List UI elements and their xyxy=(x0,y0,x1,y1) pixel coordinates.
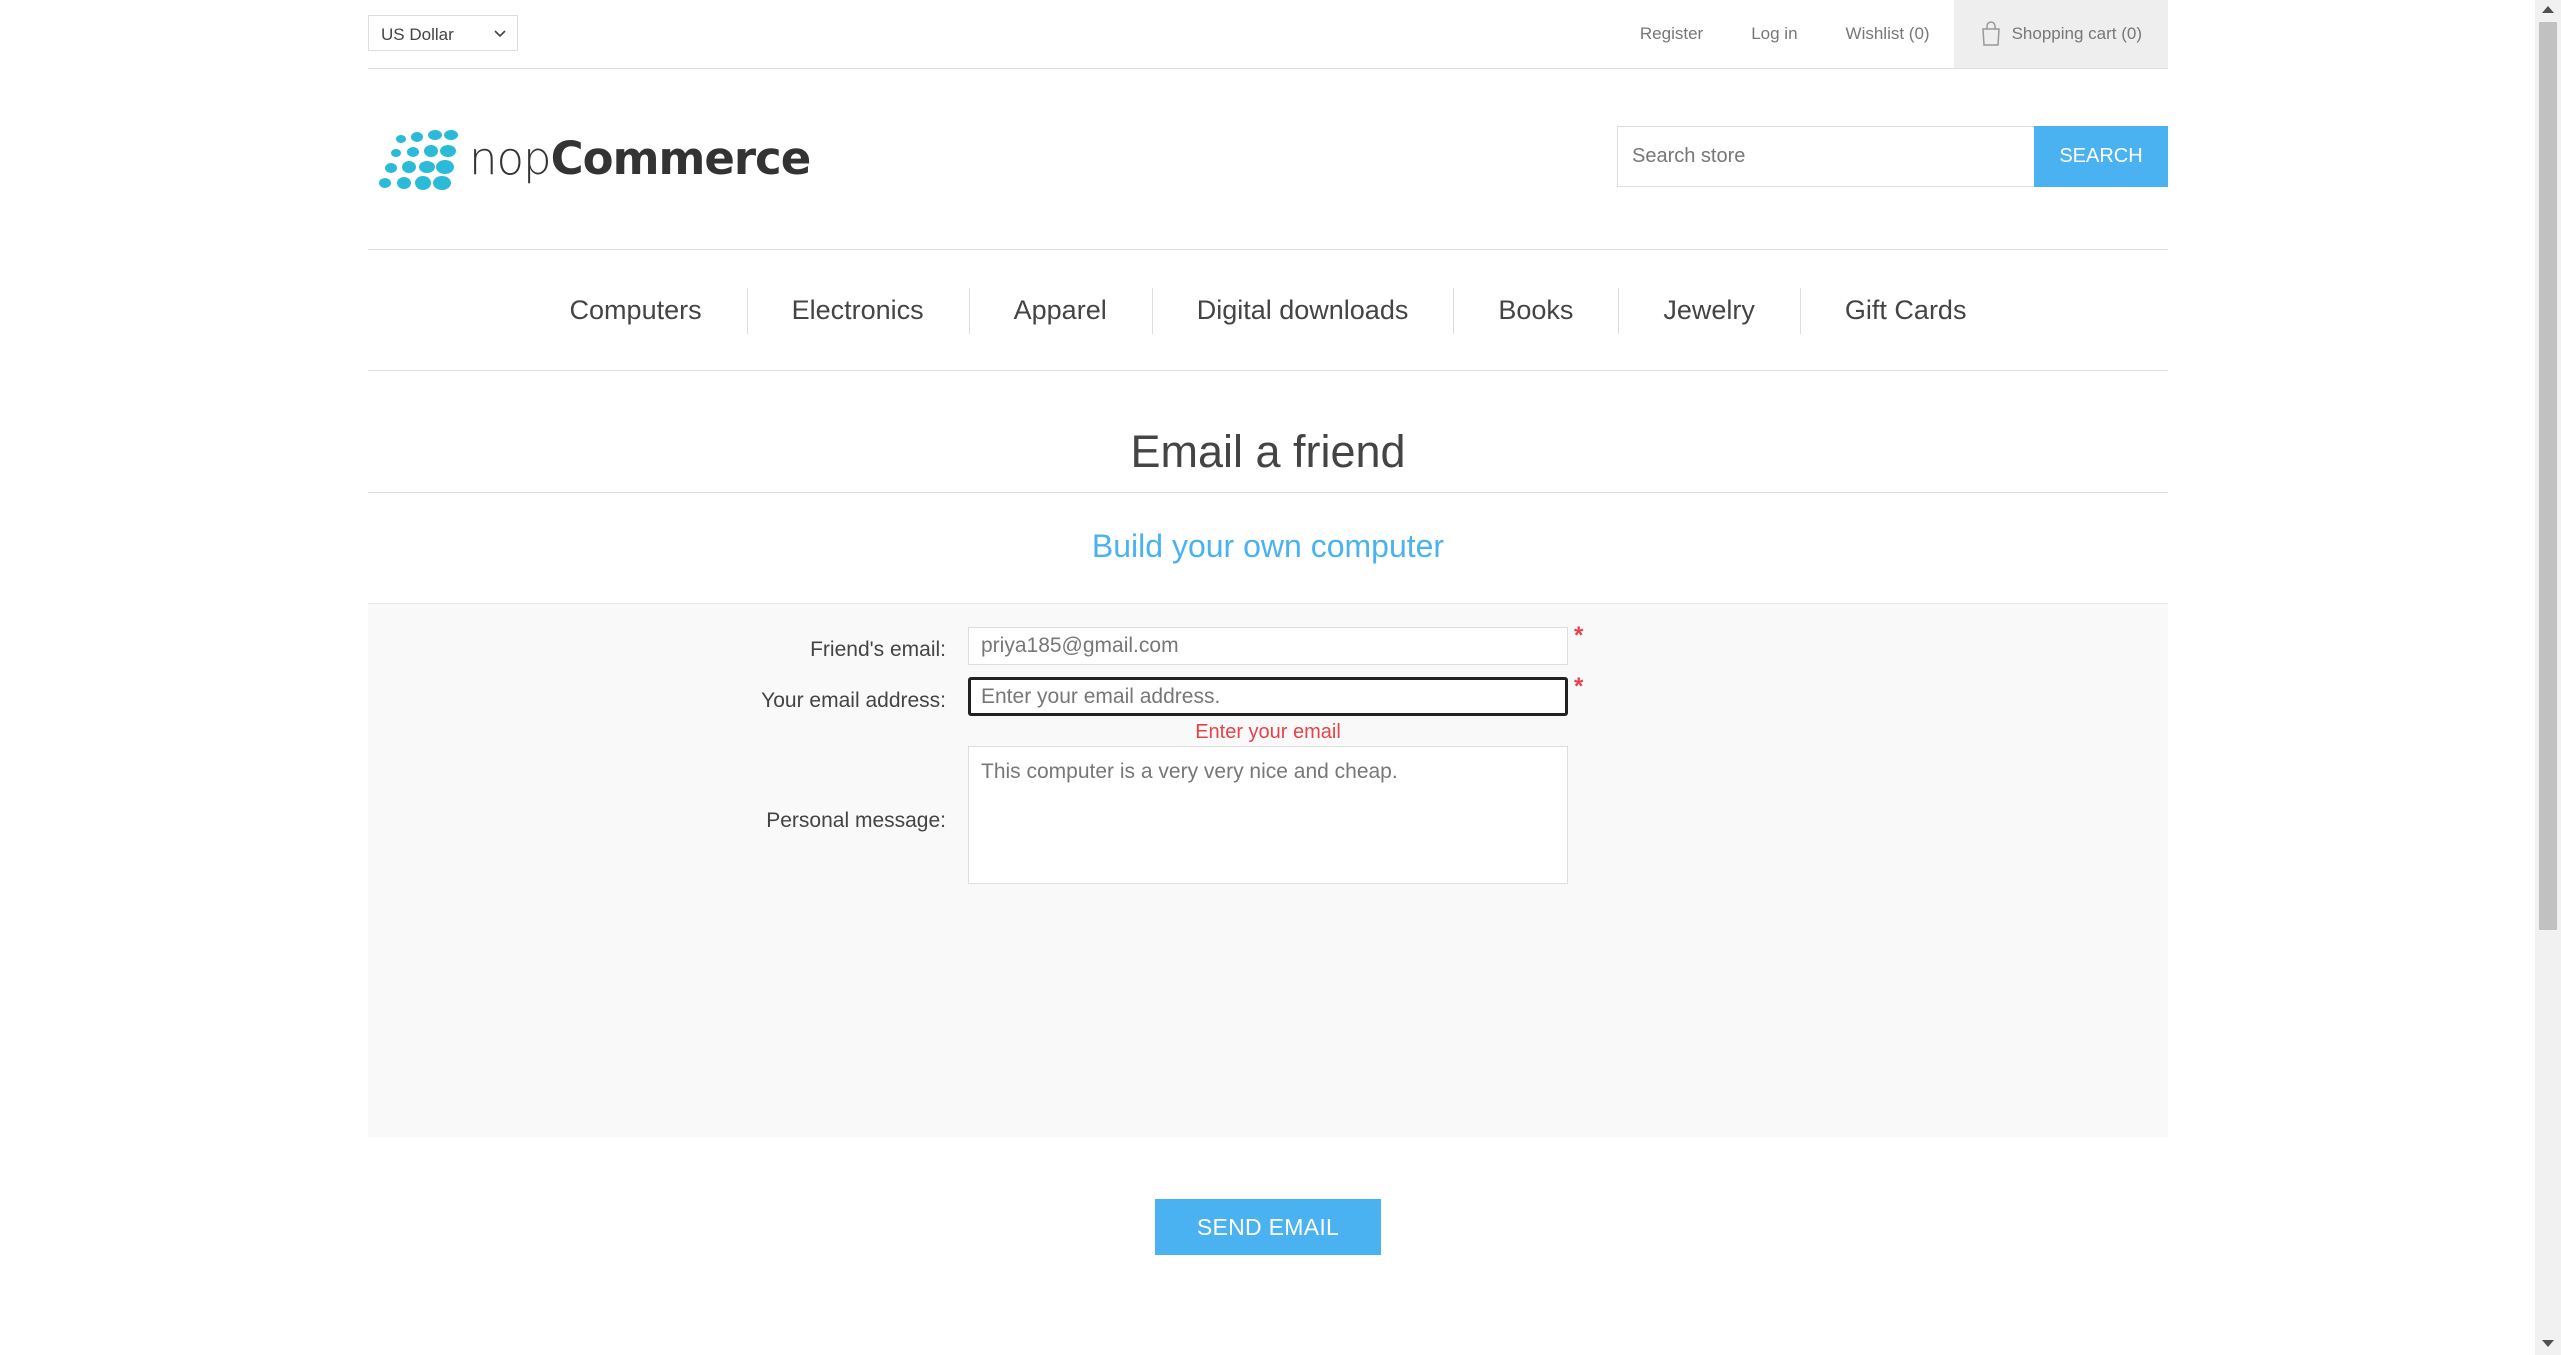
search-box: SEARCH xyxy=(1617,126,2168,187)
top-menu: Computers Electronics Apparel Digital do… xyxy=(368,249,2168,371)
logo-text-light: nop xyxy=(469,132,552,185)
register-link[interactable]: Register xyxy=(1616,0,1727,68)
menu-item-jewelry[interactable]: Jewelry xyxy=(1618,250,1800,370)
friend-email-field[interactable] xyxy=(968,627,1568,665)
master-wrapper: US Dollar Register Log in Wishlist (0) S… xyxy=(368,0,2168,1355)
scroll-down-arrow-icon[interactable] xyxy=(2542,1340,2554,1347)
page-title: Email a friend xyxy=(1130,426,1406,477)
product-link[interactable]: Build your own computer xyxy=(1092,528,1444,564)
send-email-button[interactable]: SEND EMAIL xyxy=(1155,1199,1381,1255)
vertical-scrollbar[interactable] xyxy=(2535,0,2561,1355)
your-email-required-mark: * xyxy=(1574,673,1584,700)
shopping-bag-icon xyxy=(1981,21,2000,46)
header-links-bar: US Dollar Register Log in Wishlist (0) S… xyxy=(368,0,2168,69)
personal-message-label: Personal message: xyxy=(766,809,946,832)
personal-message-field[interactable]: This computer is a very very nice and ch… xyxy=(968,746,1568,884)
wishlist-link[interactable]: Wishlist (0) xyxy=(1822,0,1954,68)
email-friend-form: Friend's email: * Your email address: * … xyxy=(368,604,2168,1137)
logo-dots-icon xyxy=(379,130,458,190)
logo-text: nopCommerce xyxy=(469,129,812,189)
chevron-down-icon xyxy=(494,30,506,38)
menu-item-computers[interactable]: Computers xyxy=(525,250,747,370)
nopcommerce-logo[interactable]: nopCommerce xyxy=(371,125,811,193)
page-title-bar: Email a friend xyxy=(368,400,2168,493)
your-email-field[interactable] xyxy=(968,677,1568,716)
top-menu-list: Computers Electronics Apparel Digital do… xyxy=(368,250,2168,370)
shopping-cart-link[interactable]: Shopping cart (0) xyxy=(1953,0,2168,68)
your-email-label: Your email address: xyxy=(761,689,946,712)
scroll-up-arrow-icon[interactable] xyxy=(2542,6,2554,13)
menu-item-digital-downloads[interactable]: Digital downloads xyxy=(1151,250,1454,370)
friend-email-label: Friend's email: xyxy=(810,638,946,661)
menu-item-gift-cards[interactable]: Gift Cards xyxy=(1799,250,2012,370)
product-title-bar: Build your own computer xyxy=(368,493,2168,604)
currency-selector[interactable]: US Dollar xyxy=(368,15,518,51)
search-input[interactable] xyxy=(1617,126,2035,187)
friend-email-required-mark: * xyxy=(1574,622,1584,649)
your-email-error: Enter your email xyxy=(1195,721,1341,743)
logo-text-bold: Commerce xyxy=(550,132,812,185)
search-button[interactable]: SEARCH xyxy=(2034,126,2168,187)
scroll-thumb[interactable] xyxy=(2539,22,2557,930)
menu-item-electronics[interactable]: Electronics xyxy=(746,250,969,370)
login-link[interactable]: Log in xyxy=(1727,0,1821,68)
page: US Dollar Register Log in Wishlist (0) S… xyxy=(0,0,2535,1355)
menu-item-books[interactable]: Books xyxy=(1453,250,1618,370)
shopping-cart-label: Shopping cart (0) xyxy=(2011,24,2142,43)
header-links: Register Log in Wishlist (0) Shopping ca… xyxy=(1616,0,2168,68)
menu-item-apparel[interactable]: Apparel xyxy=(968,250,1152,370)
currency-value: US Dollar xyxy=(381,25,454,44)
